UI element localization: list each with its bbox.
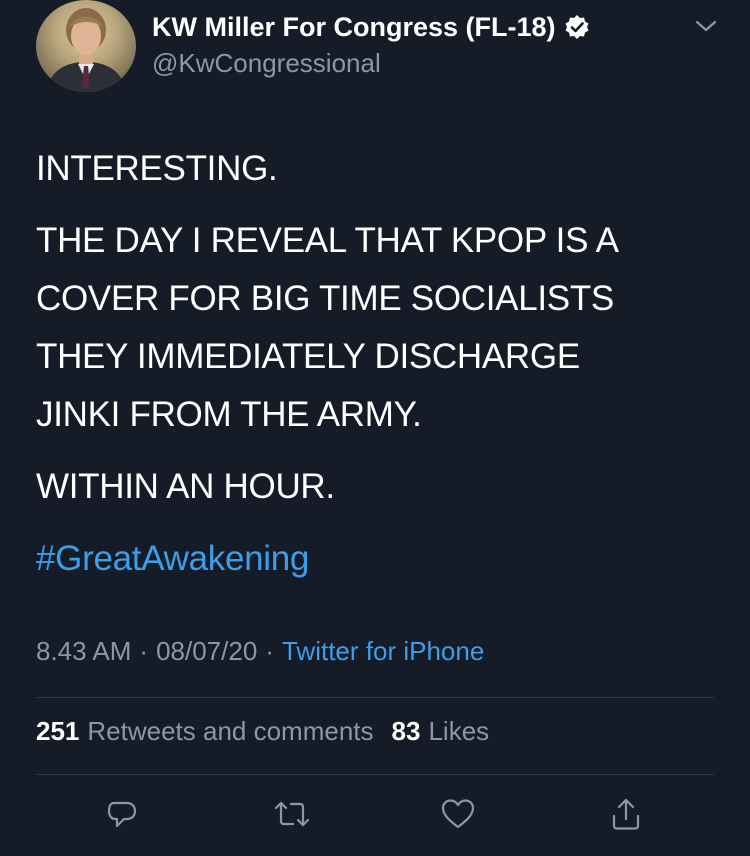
tweet-meta: 8.43 AM · 08/07/20 · Twitter for iPhone: [36, 636, 484, 667]
like-icon[interactable]: [438, 794, 478, 834]
display-name[interactable]: KW Miller For Congress (FL-18): [152, 12, 556, 43]
verified-badge-icon: [564, 14, 590, 40]
tweet-time: 8.43 AM: [36, 636, 132, 666]
hashtag-link[interactable]: #GreatAwakening: [36, 530, 726, 588]
tweet-stats: 251 Retweets and comments 83 Likes: [36, 716, 489, 747]
meta-separator: ·: [139, 636, 149, 666]
tweet-actions: [0, 794, 750, 844]
retweets-stat[interactable]: 251 Retweets and comments: [36, 716, 374, 747]
reply-icon[interactable]: [102, 794, 142, 834]
retweets-label: Retweets and comments: [87, 716, 374, 746]
retweet-icon[interactable]: [272, 794, 312, 834]
tweet-paragraph: WITHIN AN HOUR.: [36, 467, 335, 506]
likes-count: 83: [391, 716, 421, 746]
divider: [36, 697, 714, 698]
tweet-paragraph: INTERESTING.: [36, 149, 278, 188]
tweet-source-link[interactable]: Twitter for iPhone: [282, 636, 484, 667]
tweet-paragraph: THE DAY I REVEAL THAT KPOP IS A COVER FO…: [36, 221, 619, 434]
tweet-header: KW Miller For Congress (FL-18) @KwCongre…: [0, 0, 750, 110]
author-name-row: KW Miller For Congress (FL-18): [152, 10, 590, 44]
retweets-count: 251: [36, 716, 80, 746]
avatar[interactable]: [36, 0, 136, 92]
tweet-date: 08/07/20: [156, 636, 258, 666]
author-handle[interactable]: @KwCongressional: [152, 48, 381, 79]
divider: [36, 774, 714, 775]
likes-label: Likes: [428, 716, 490, 746]
meta-separator: ·: [265, 636, 274, 666]
likes-stat[interactable]: 83 Likes: [392, 716, 490, 747]
share-icon[interactable]: [606, 794, 646, 834]
tweet-text: INTERESTING. THE DAY I REVEAL THAT KPOP …: [36, 140, 726, 588]
chevron-down-icon[interactable]: [692, 14, 720, 38]
